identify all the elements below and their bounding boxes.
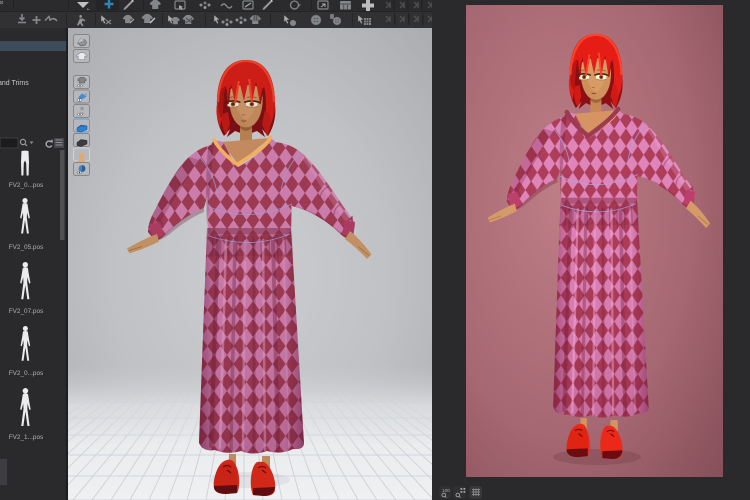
svg-text:FV2_05.pos: FV2_05.pos	[9, 244, 43, 251]
svg-text:FV2_1...pos: FV2_1...pos	[9, 434, 43, 441]
svg-text:100: 100	[442, 488, 450, 493]
svg-text:FV2_0...pos: FV2_0...pos	[9, 370, 43, 377]
svg-text:FV2_07.pos: FV2_07.pos	[9, 308, 43, 315]
svg-text:FV2_0...pos: FV2_0...pos	[9, 182, 43, 189]
